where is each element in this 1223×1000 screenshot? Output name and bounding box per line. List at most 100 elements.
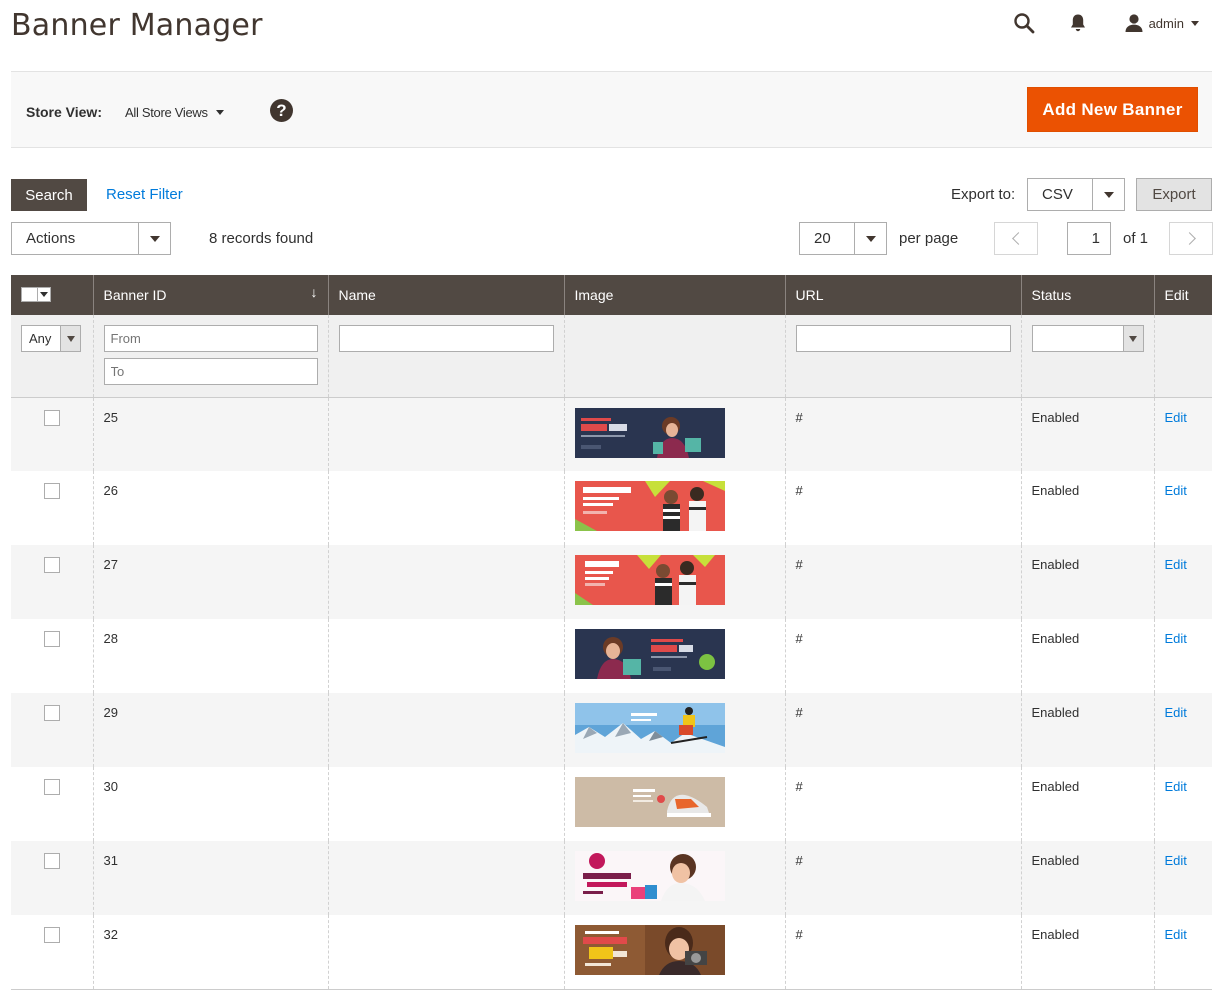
- table-row[interactable]: 29 # Enabled Edit: [11, 693, 1212, 767]
- status-filter-select[interactable]: [1031, 325, 1144, 352]
- row-checkbox[interactable]: [43, 779, 60, 795]
- filter-cell-url: [784, 315, 1021, 398]
- url-filter-input[interactable]: [795, 325, 1011, 352]
- url-cell: #: [784, 693, 1021, 767]
- per-page-select[interactable]: 20: [799, 222, 887, 255]
- banner-thumbnail-image: [574, 777, 725, 827]
- chevron-down-icon: [38, 291, 50, 297]
- per-page-value: 20: [814, 230, 831, 247]
- table-row[interactable]: 25 # Enabled Edit: [11, 397, 1212, 471]
- chevron-down-icon: [60, 326, 80, 351]
- store-view-bar: Store View: All Store Views ? Add New Ba…: [11, 71, 1212, 148]
- status-cell: Enabled: [1020, 471, 1154, 545]
- search-button[interactable]: Search: [11, 179, 87, 211]
- header-actions: admin: [1011, 10, 1199, 36]
- table-row[interactable]: 31 # Enabled Edit: [11, 841, 1212, 915]
- add-new-banner-button[interactable]: Add New Banner: [1027, 87, 1198, 132]
- table-row[interactable]: 32 # Enabled Edit: [11, 915, 1212, 990]
- mass-filter-select[interactable]: Any: [21, 325, 81, 352]
- edit-link[interactable]: Edit: [1165, 779, 1187, 794]
- reset-filter-link[interactable]: Reset Filter: [106, 186, 183, 203]
- export-button[interactable]: Export: [1136, 178, 1212, 211]
- row-select-cell: [11, 619, 93, 693]
- image-cell: [563, 471, 785, 545]
- chevron-down-icon: [1191, 20, 1199, 26]
- image-cell: [563, 767, 785, 841]
- column-header-url[interactable]: URL: [784, 275, 1021, 315]
- edit-cell: Edit: [1153, 693, 1212, 767]
- row-checkbox[interactable]: [43, 557, 60, 573]
- store-view-switcher[interactable]: All Store Views: [125, 105, 224, 120]
- current-page-input[interactable]: [1067, 222, 1111, 255]
- banner-grid: Banner ID ↓ Name Image URL Status Edit A…: [11, 275, 1212, 990]
- name-cell: [327, 915, 564, 990]
- edit-link[interactable]: Edit: [1165, 557, 1187, 572]
- image-cell: [563, 693, 785, 767]
- edit-link[interactable]: Edit: [1165, 705, 1187, 720]
- search-icon[interactable]: [1011, 10, 1037, 36]
- mass-select-dropdown[interactable]: [21, 286, 51, 302]
- row-checkbox[interactable]: [43, 853, 60, 869]
- edit-link[interactable]: Edit: [1165, 483, 1187, 498]
- edit-cell: Edit: [1153, 767, 1212, 841]
- image-cell: [563, 841, 785, 915]
- chevron-down-icon: [138, 223, 170, 254]
- row-checkbox[interactable]: [43, 631, 60, 647]
- url-cell: #: [784, 471, 1021, 545]
- banner-id-from-input[interactable]: [103, 325, 318, 352]
- status-cell: Enabled: [1020, 397, 1154, 471]
- chevron-down-icon: [854, 223, 886, 254]
- next-page-button[interactable]: [1169, 222, 1213, 255]
- column-header-banner-id[interactable]: Banner ID ↓: [92, 275, 328, 315]
- banner-id-to-input[interactable]: [103, 358, 318, 385]
- column-header-image[interactable]: Image: [563, 275, 785, 315]
- page-title: Banner Manager: [11, 8, 263, 43]
- previous-page-button[interactable]: [994, 222, 1038, 255]
- help-icon[interactable]: ?: [270, 99, 293, 122]
- table-row[interactable]: 27 # Enabled Edit: [11, 545, 1212, 619]
- column-header-name[interactable]: Name: [327, 275, 564, 315]
- notifications-bell-icon[interactable]: [1065, 10, 1091, 36]
- filter-cell-edit: [1153, 315, 1212, 398]
- image-cell: [563, 397, 785, 471]
- table-row[interactable]: 28 # Enabled Edit: [11, 619, 1212, 693]
- edit-cell: Edit: [1153, 471, 1212, 545]
- banner-thumbnail-image: [574, 555, 725, 605]
- filter-row: Any: [11, 315, 1212, 398]
- mass-select-header: [11, 275, 93, 315]
- store-view-label: Store View:: [26, 104, 102, 120]
- edit-cell: Edit: [1153, 841, 1212, 915]
- banner-id-cell: 32: [92, 915, 328, 990]
- row-select-cell: [11, 471, 93, 545]
- status-cell: Enabled: [1020, 841, 1154, 915]
- column-header-status[interactable]: Status: [1020, 275, 1154, 315]
- name-cell: [327, 693, 564, 767]
- banner-thumbnail-image: [574, 407, 725, 458]
- records-found-count: 8 records found: [209, 230, 314, 247]
- export-format-value: CSV: [1042, 186, 1073, 203]
- row-checkbox[interactable]: [43, 483, 60, 499]
- edit-link[interactable]: Edit: [1165, 631, 1187, 646]
- row-select-cell: [11, 693, 93, 767]
- edit-link[interactable]: Edit: [1165, 853, 1187, 868]
- mass-filter-value: Any: [29, 331, 52, 346]
- banner-id-cell: 25: [92, 397, 328, 471]
- row-select-cell: [11, 841, 93, 915]
- mass-actions-select[interactable]: Actions: [11, 222, 171, 255]
- status-cell: Enabled: [1020, 915, 1154, 990]
- table-row[interactable]: 26 # Enabled Edit: [11, 471, 1212, 545]
- column-header-edit: Edit: [1153, 275, 1212, 315]
- table-row[interactable]: 30 # Enabled Edit: [11, 767, 1212, 841]
- edit-link[interactable]: Edit: [1165, 410, 1187, 425]
- export-format-select[interactable]: CSV: [1027, 178, 1125, 211]
- banner-thumbnail-image: [574, 851, 725, 901]
- row-checkbox[interactable]: [43, 927, 60, 943]
- admin-user-menu[interactable]: admin: [1123, 10, 1199, 36]
- edit-link[interactable]: Edit: [1165, 927, 1187, 942]
- row-checkbox[interactable]: [43, 409, 60, 426]
- select-all-checkbox[interactable]: [22, 287, 38, 301]
- chevron-left-icon: [1011, 232, 1025, 245]
- name-cell: [327, 471, 564, 545]
- row-checkbox[interactable]: [43, 705, 60, 721]
- name-filter-input[interactable]: [338, 325, 554, 352]
